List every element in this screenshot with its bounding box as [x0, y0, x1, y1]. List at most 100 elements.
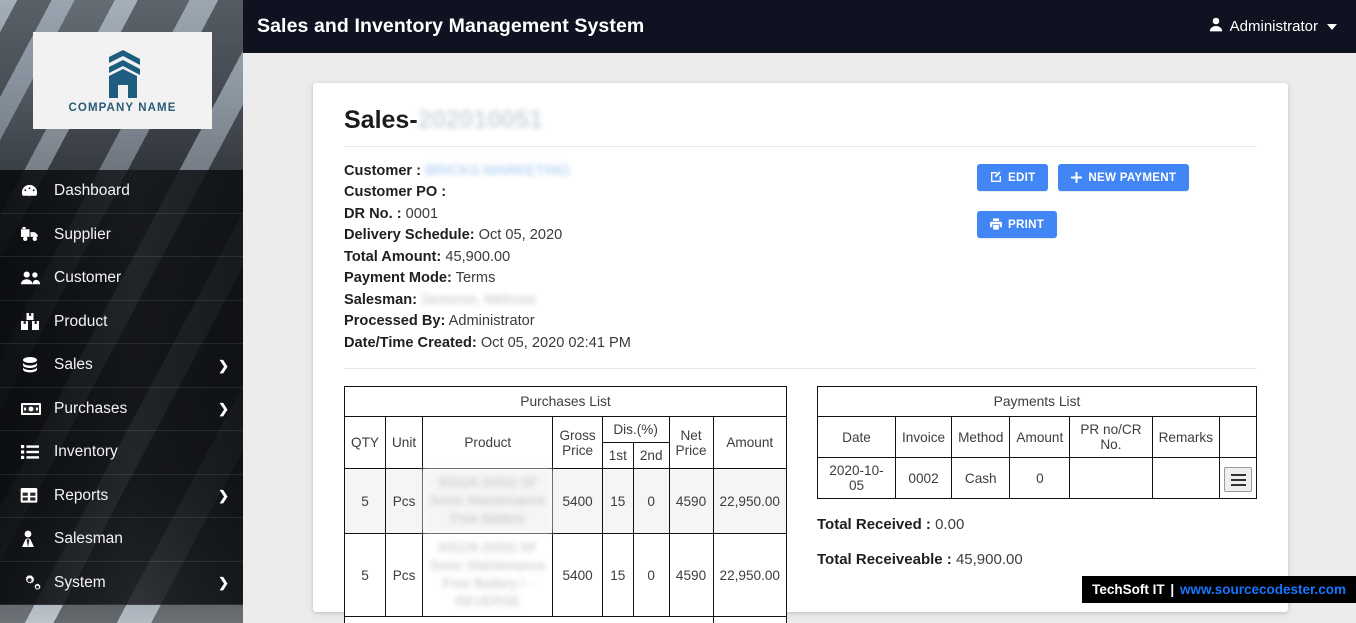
chevron-right-icon: ❯ — [218, 401, 229, 417]
cell-actions — [1219, 457, 1257, 499]
sidebar-item-dashboard[interactable]: Dashboard — [0, 170, 243, 214]
total-receivable-value: 45,900.00 — [955, 551, 1023, 568]
printer-icon — [990, 218, 1002, 230]
purchases-total-row: Total 45,900.00 — [344, 616, 788, 623]
sidebar-item-supplier[interactable]: Supplier — [0, 214, 243, 257]
edit-button[interactable]: EDIT — [977, 163, 1049, 191]
sidebar: COMPANY NAME Dashboard Supplier Customer — [0, 0, 243, 623]
info-value: 0001 — [405, 205, 439, 222]
sale-info-row: Customer : BRICKS MARKETING Customer PO … — [344, 161, 1257, 355]
info-label: DR No. : — [344, 205, 402, 222]
print-button[interactable]: PRINT — [977, 210, 1058, 238]
footer-url[interactable]: www.sourcecodester.com — [1180, 582, 1346, 597]
cell-gross-price: 5400 — [552, 468, 603, 534]
sidebar-item-label: Purchases — [54, 399, 128, 417]
user-menu-label: Administrator — [1229, 18, 1318, 35]
page-title: Sales-202010051 — [344, 105, 1257, 136]
sidebar-item-reports[interactable]: Reports ❯ — [0, 475, 243, 518]
payments-list-head: Payments List Date Invoice Method Amount… — [817, 386, 1257, 458]
coins-icon — [20, 356, 50, 374]
footer-brand: TechSoft IT — [1092, 582, 1165, 597]
money-bill-icon — [20, 402, 50, 416]
cell-amount: 22,950.00 — [712, 533, 788, 617]
user-menu-dropdown[interactable]: Administrator — [1209, 17, 1337, 36]
sidebar-item-sales[interactable]: Sales ❯ — [0, 344, 243, 388]
chevron-right-icon: ❯ — [218, 357, 229, 373]
info-value: Oct 05, 2020 — [478, 227, 563, 243]
sidebar-item-label: System — [54, 573, 106, 591]
info-line-processed-by: Processed By: Administrator — [344, 311, 631, 332]
payments-caption-row: Payments List — [817, 386, 1257, 417]
col-actions — [1219, 416, 1257, 458]
info-label: Processed By: — [344, 313, 446, 329]
chevron-down-icon — [1327, 23, 1337, 30]
col-invoice: Invoice — [894, 416, 953, 458]
sidebar-item-product[interactable]: Product — [0, 301, 243, 344]
purchases-caption-row: Purchases List — [344, 386, 787, 417]
info-line-total-amount: Total Amount: 45,900.00 — [344, 247, 631, 268]
sidebar-item-customer[interactable]: Customer — [0, 257, 243, 301]
cell-net-price: 4590 — [668, 468, 714, 534]
table-row: 5 Pcs 90D26 (N50) SF Sonic Maintenance F… — [344, 468, 788, 534]
totals-block: Total Received : 0.00 Total Receiveable … — [817, 516, 1257, 568]
sidebar-item-inventory[interactable]: Inventory — [0, 431, 243, 475]
col-discount-group: Dis.(%) — [601, 416, 670, 443]
content-divider — [344, 368, 1257, 369]
sidebar-item-label: Salesman — [54, 530, 123, 548]
purchases-list-body: 5 Pcs 90D26 (N50) SF Sonic Maintenance F… — [344, 468, 788, 623]
info-line-dr-no: DR No. : 0001 — [344, 204, 631, 225]
dashboard-gauge-icon — [20, 182, 50, 201]
footer-credit-badge: TechSoft IT | www.sourcecodester.com — [1082, 576, 1356, 603]
chevron-right-icon: ❯ — [218, 575, 229, 591]
brand-name: COMPANY NAME — [68, 101, 177, 114]
sidebar-item-purchases[interactable]: Purchases ❯ — [0, 388, 243, 431]
brand-card: COMPANY NAME — [33, 32, 212, 129]
new-payment-button[interactable]: NEW PAYMENT — [1058, 163, 1190, 191]
info-label: Delivery Schedule: — [344, 227, 475, 243]
plus-icon — [1071, 171, 1083, 183]
hamburger-menu-icon[interactable] — [1224, 467, 1252, 493]
sidebar-item-system[interactable]: System ❯ — [0, 562, 243, 605]
sidebar-item-label: Customer — [54, 269, 122, 287]
page-content: Sales-202010051 Customer : BRICKS MARKET… — [243, 53, 1356, 623]
edit-button-label: EDIT — [1008, 170, 1036, 184]
cell-method: Cash — [951, 457, 1011, 499]
info-value[interactable]: BRICKS MARKETING — [425, 163, 570, 179]
info-label: Customer : — [344, 162, 422, 179]
cell-payment-amount: 0 — [1009, 457, 1071, 499]
col-gross-price: Gross Price — [552, 416, 603, 469]
hamburger-bar — [1230, 483, 1246, 486]
table-row: 2020-10-05 0002 Cash 0 — [817, 457, 1257, 499]
total-receivable-line: Total Receiveable : 45,900.00 — [817, 551, 1257, 568]
user-icon — [1209, 17, 1223, 36]
col-qty: QTY — [344, 416, 386, 469]
col-net-price: Net Price — [668, 416, 714, 469]
new-payment-button-label: NEW PAYMENT — [1088, 170, 1177, 184]
purchases-list-block: Purchases List QTY Unit Product Gross Pr… — [344, 386, 788, 623]
sidebar-item-label: Dashboard — [54, 182, 130, 200]
col-amount: Amount — [712, 416, 788, 469]
purchases-total-value: 45,900.00 — [712, 616, 788, 623]
print-button-label: PRINT — [1008, 217, 1045, 231]
sale-info-list: Customer : BRICKS MARKETING Customer PO … — [344, 161, 631, 355]
total-receivable-label: Total Receiveable : — [817, 551, 952, 568]
cell-pr-cr-no — [1069, 457, 1153, 499]
col-pr-cr-no: PR no/CR No. — [1069, 416, 1153, 458]
chevron-right-icon: ❯ — [218, 488, 229, 504]
info-label: Customer PO : — [344, 184, 447, 200]
edit-pencil-icon — [990, 171, 1002, 183]
info-line-delivery-schedule: Delivery Schedule: Oct 05, 2020 — [344, 225, 631, 246]
info-value: Administrator — [448, 313, 535, 329]
cell-dis2: 0 — [632, 468, 670, 534]
purchases-total-label: Total — [344, 616, 714, 623]
sidebar-item-label: Reports — [54, 486, 109, 504]
info-label: Total Amount: — [344, 248, 442, 265]
sidebar-item-label: Inventory — [54, 443, 118, 461]
sidebar-item-salesman[interactable]: Salesman — [0, 518, 243, 562]
cell-unit: Pcs — [384, 533, 424, 617]
cell-invoice: 0002 — [894, 457, 953, 499]
purchases-list-table: Purchases List QTY Unit Product Gross Pr… — [344, 386, 788, 623]
payments-list-body: 2020-10-05 0002 Cash 0 — [817, 457, 1257, 499]
col-remarks: Remarks — [1151, 416, 1221, 458]
table-row: 5 Pcs 90D26 (N50) SF Sonic Maintenance F… — [344, 533, 788, 617]
